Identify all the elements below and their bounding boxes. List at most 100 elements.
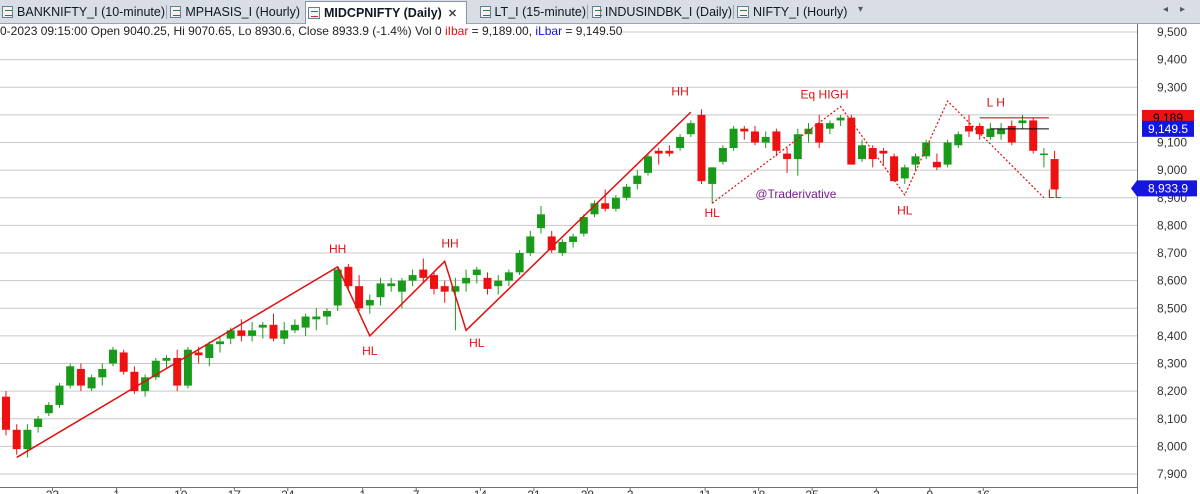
x-tick-label: 21 [527,488,541,494]
candle-body [237,330,246,336]
candle-body [109,349,117,364]
chart-window-icon [2,6,14,18]
candlestick-chart: 7,900 8,000 8,100 8,200 8,300 8,400 8,500 8,600… [0,24,1200,494]
price-label-text: 8,933.9 [1148,181,1188,195]
candle-body [194,352,203,356]
candle-body [1018,120,1027,124]
candle-body [408,275,417,281]
candle-body [932,161,941,168]
candle-body [697,114,706,182]
x-tick-label: 9 [926,488,933,494]
candle-body [280,330,289,339]
candle-body [76,369,85,386]
candle-body [718,148,727,162]
x-tick-label: 14 [474,488,488,494]
candle-body [665,150,674,154]
candle-body [836,117,845,121]
candle-body [515,253,524,273]
x-tick-label: 16 [977,488,991,494]
candle-body [419,269,428,278]
candle-body [783,153,792,160]
candle-body [890,156,899,182]
y-tick-label: 8,500 [1157,301,1187,315]
pattern-label: HL [897,203,913,217]
candle-body [879,150,888,154]
scroll-tabs-right-icon[interactable]: ▸ [1180,4,1185,15]
tab-3[interactable]: MIDCPNIFTY (Daily) ✕ [305,1,467,24]
candle-body [815,123,824,143]
tab-label: MPHASIS_I (Hourly) [185,5,300,19]
candle-body [729,128,738,149]
candle-body [472,269,481,276]
candle-body [1039,153,1048,156]
x-tick-label: 18 [752,488,766,494]
candle-body [965,125,973,132]
candle-body [55,385,64,405]
candle-body [355,286,364,309]
y-tick-label: 8,300 [1157,357,1187,371]
candle-body [793,134,802,160]
tab-label: NIFTY_I (Hourly) [753,5,848,19]
x-tick-label: 24 [281,488,295,494]
x-tick-label: 1 [113,488,120,494]
candle-body [997,128,1006,135]
x-tick-label: 3 [627,488,634,494]
scroll-tabs-left-icon[interactable]: ◂ [1163,4,1168,15]
info-bar: 0-2023 09:15:00 Open 9040.25, Hi 9070.65… [0,24,623,40]
candle [119,349,128,375]
candle-body [1029,120,1038,151]
candle-body [66,366,75,386]
watermark-text: @Traderivative [755,187,836,201]
x-tick-label: 10 [174,488,188,494]
candle [729,125,738,151]
y-tick-label: 8,200 [1157,384,1187,398]
pattern-label: HL [469,336,485,350]
close-tab-icon[interactable]: ✕ [448,7,457,20]
tab-separator [166,5,167,19]
candle-body [216,341,224,345]
candle-body [333,269,342,306]
candle [515,250,524,276]
candle-body [986,128,995,137]
y-tick-label: 8,800 [1157,218,1187,232]
candle-body [740,128,749,132]
candle-body [1050,159,1059,190]
candle-body [611,197,620,209]
chart-window-icon [480,6,491,18]
y-tick-label: 9,400 [1157,53,1187,67]
candle-body [23,429,32,450]
y-tick-label: 7,900 [1157,467,1187,481]
candle-body [772,131,781,151]
candle-body [858,145,866,160]
candle-body [975,125,984,135]
candle [847,114,856,165]
candle [697,109,706,184]
candle-body [761,136,770,143]
tab-list-menu-icon[interactable]: ▾ [858,4,863,15]
tab-5[interactable]: INDUSINDBK_I (Daily) [590,2,732,22]
candle-body [365,299,374,306]
plot-background [0,24,1200,494]
y-tick-label: 8,400 [1157,329,1187,343]
candle-body [290,324,299,331]
tab-4[interactable]: LT_I (15-minute) [478,2,586,22]
tab-6[interactable]: NIFTY_I (Hourly) [735,2,850,22]
candle [943,139,952,168]
candle-body [676,136,685,149]
candle-body [504,272,513,281]
chart-window-icon [737,6,749,18]
candle [109,346,117,367]
pattern-label: HH [441,236,458,250]
candle-body [248,330,257,336]
chart-window-icon [308,7,320,19]
tab-1[interactable]: BANKNIFTY_I (10-minute) [0,2,165,22]
tab-separator [587,5,588,19]
candle-body [376,283,385,298]
candle [718,145,727,165]
candle-body [847,117,856,165]
pattern-label: HL [705,206,721,220]
tab-2[interactable]: MPHASIS_I (Hourly) [168,2,300,22]
pattern-label: HL [362,344,378,358]
candle-body [494,280,503,287]
candle-body [119,352,128,372]
